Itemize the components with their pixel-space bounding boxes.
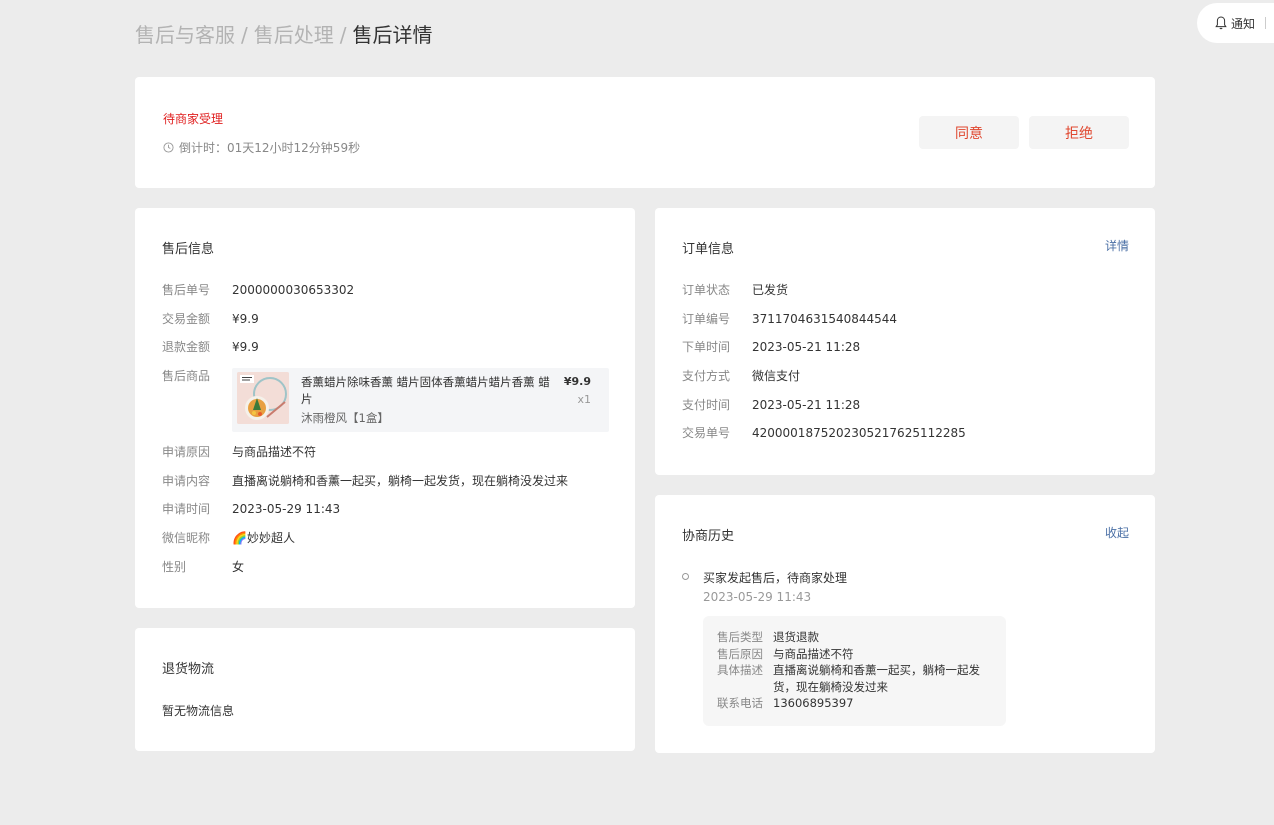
info-value: 女	[232, 560, 245, 574]
history-row-phone: 联系电话 13606895397	[717, 695, 992, 712]
order-info-title: 订单信息	[682, 242, 735, 257]
info-row-aftersale-no: 售后单号 2000000030653302	[162, 282, 354, 298]
info-row-trade-amount: 交易金额 ¥9.9	[162, 311, 259, 327]
bell-icon	[1215, 16, 1227, 30]
breadcrumb-separator: /	[241, 23, 248, 47]
info-value: 与商品描述不符	[232, 445, 317, 459]
info-key: 申请内容	[162, 474, 211, 488]
order-value: 已发货	[752, 283, 789, 297]
order-row-order-time: 下单时间 2023-05-21 11:28	[682, 339, 860, 355]
order-row-number: 订单编号 3711704631540844544	[682, 311, 897, 327]
countdown-text: 倒计时：01天12小时12分钟59秒	[179, 141, 361, 155]
order-value: 3711704631540844544	[752, 312, 898, 326]
order-value: 4200001875202305217625112285	[752, 426, 966, 440]
info-key: 退款金额	[162, 340, 211, 354]
negotiation-history-card: 协商历史 收起 买家发起售后，待商家处理 2023-05-29 11:43 售后…	[655, 495, 1155, 753]
collapse-link[interactable]: 收起	[1105, 524, 1129, 541]
info-value: 2000000030653302	[232, 283, 355, 297]
info-value: 2023-05-29 11:43	[232, 502, 341, 516]
order-value: 2023-05-21 11:28	[752, 340, 861, 354]
order-key: 订单状态	[682, 283, 731, 297]
order-row-payment-time: 支付时间 2023-05-21 11:28	[682, 397, 860, 413]
info-value: ¥9.9	[232, 312, 259, 326]
info-row-refund-amount: 退款金额 ¥9.9	[162, 339, 259, 355]
status-text: 待商家受理	[163, 112, 224, 126]
notify-divider	[1265, 17, 1267, 29]
breadcrumb-separator: /	[339, 23, 347, 47]
product-item[interactable]: 香薰蜡片除味香薰 蜡片固体香薰蜡片蜡片香薰 蜡片 沐雨橙风【1盒】 ¥9.9 x…	[232, 368, 609, 432]
product-name: 香薰蜡片除味香薰 蜡片固体香薰蜡片蜡片香薰 蜡片	[301, 375, 550, 406]
info-key: 售后单号	[162, 283, 211, 297]
notification-button[interactable]: 通知	[1197, 3, 1274, 43]
order-row-transaction-no: 交易单号 4200001875202305217625112285	[682, 425, 966, 441]
breadcrumb-aftersale-handling[interactable]: 售后处理	[254, 23, 334, 47]
info-row-apply-content: 申请内容 直播离说躺椅和香薰一起买，躺椅一起发货，现在躺椅没发过来	[162, 473, 568, 489]
order-row-payment-method: 支付方式 微信支付	[682, 368, 800, 384]
info-value: 🌈妙妙超人	[232, 531, 295, 545]
order-row-status: 订单状态 已发货	[682, 282, 788, 298]
history-value: 直播离说躺椅和香薰一起买，躺椅一起发货，现在躺椅没发过来	[773, 663, 980, 694]
product-quantity: x1	[577, 393, 591, 406]
order-key: 支付方式	[682, 369, 731, 383]
order-value: 2023-05-21 11:28	[752, 398, 861, 412]
order-value: 微信支付	[752, 369, 801, 383]
info-key: 微信昵称	[162, 531, 211, 545]
history-value: 13606895397	[773, 696, 854, 710]
history-row-reason: 售后原因 与商品描述不符	[717, 646, 992, 663]
page-title: 售后详情	[352, 23, 433, 47]
negotiation-history-title: 协商历史	[682, 529, 735, 544]
status-card: 待商家受理 倒计时：01天12小时12分钟59秒 同意 拒绝	[135, 77, 1155, 188]
history-value: 与商品描述不符	[773, 646, 854, 661]
history-key: 联系电话	[717, 696, 763, 710]
aftersale-info-card: 售后信息 售后单号 2000000030653302 交易金额 ¥9.9 退款金…	[135, 208, 635, 608]
timeline-dot-icon	[682, 573, 689, 580]
product-image	[237, 372, 289, 424]
history-row-description: 具体描述 直播离说躺椅和香薰一起买，躺椅一起发货，现在躺椅没发过来	[717, 662, 992, 695]
info-value: ¥9.9	[232, 340, 259, 354]
history-row-type: 售后类型 退货退款	[717, 629, 992, 646]
product-image-art	[237, 372, 289, 424]
order-key: 下单时间	[682, 340, 731, 354]
no-logistics-text: 暂无物流信息	[162, 704, 235, 718]
info-value: 直播离说躺椅和香薰一起买，躺椅一起发货，现在躺椅没发过来	[232, 474, 569, 488]
return-logistics-title: 退货物流	[162, 662, 215, 677]
info-row-product: 售后商品	[162, 368, 232, 384]
history-key: 售后原因	[717, 646, 763, 661]
info-key: 售后商品	[162, 369, 211, 383]
countdown: 倒计时：01天12小时12分钟59秒	[163, 139, 360, 156]
info-key: 申请时间	[162, 502, 211, 516]
info-row-gender: 性别 女	[162, 559, 244, 575]
info-row-apply-reason: 申请原因 与商品描述不符	[162, 444, 316, 460]
info-key: 性别	[162, 560, 187, 574]
aftersale-info-title: 售后信息	[162, 242, 215, 257]
info-row-wechat-nickname: 微信昵称 🌈妙妙超人	[162, 530, 295, 546]
info-row-apply-time: 申请时间 2023-05-29 11:43	[162, 501, 340, 517]
order-key: 支付时间	[682, 398, 731, 412]
reject-button[interactable]: 拒绝	[1029, 116, 1129, 149]
order-key: 订单编号	[682, 312, 731, 326]
breadcrumb: 售后与客服 / 售后处理 / 售后详情	[135, 22, 433, 48]
return-logistics-card: 退货物流 暂无物流信息	[135, 628, 635, 751]
breadcrumb-aftersale-service[interactable]: 售后与客服	[135, 23, 235, 47]
history-key: 售后类型	[717, 630, 763, 644]
order-details-link[interactable]: 详情	[1105, 237, 1129, 254]
order-info-card: 订单信息 详情 订单状态 已发货 订单编号 371170463154084454…	[655, 208, 1155, 475]
history-key: 具体描述	[717, 663, 763, 677]
history-detail-box: 售后类型 退货退款 售后原因 与商品描述不符 具体描述 直播离说躺椅和香薰一起买…	[703, 616, 1006, 726]
product-spec: 沐雨橙风【1盒】	[301, 411, 389, 425]
info-key: 申请原因	[162, 445, 211, 459]
timeline-entry-title: 买家发起售后，待商家处理	[703, 571, 848, 585]
order-key: 交易单号	[682, 426, 731, 440]
history-value: 退货退款	[773, 630, 819, 644]
agree-button[interactable]: 同意	[919, 116, 1019, 149]
timeline-entry-time: 2023-05-29 11:43	[703, 590, 812, 604]
notification-label: 通知	[1231, 16, 1256, 31]
info-key: 交易金额	[162, 312, 211, 326]
clock-icon	[163, 142, 174, 153]
product-price: ¥9.9	[563, 375, 591, 388]
